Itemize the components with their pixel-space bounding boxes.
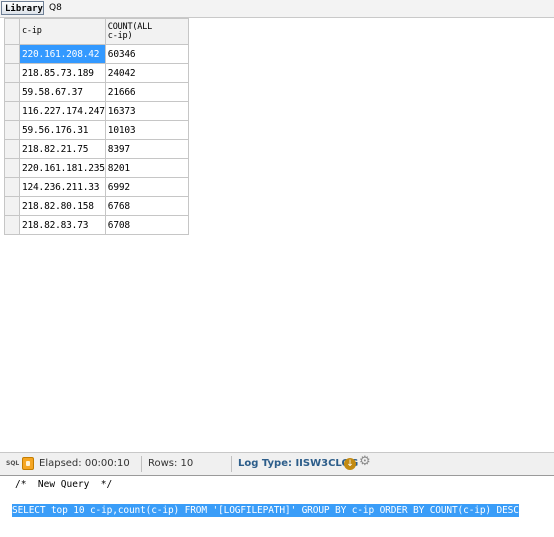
- row-count: Rows: 10: [148, 458, 194, 469]
- row-header[interactable]: [4, 196, 20, 216]
- table-row[interactable]: 59.58.67.37 21666: [4, 82, 189, 102]
- tab-strip: Library Q8: [0, 0, 554, 18]
- cell-count[interactable]: 24042: [104, 63, 189, 83]
- row-header[interactable]: [4, 82, 20, 102]
- cell-c-ip[interactable]: 59.56.176.31: [19, 120, 106, 140]
- tab-library[interactable]: Library: [1, 1, 44, 15]
- table-row[interactable]: 220.161.208.42 60346: [4, 44, 189, 64]
- elapsed-time: Elapsed: 00:00:10: [39, 458, 130, 469]
- column-header-count[interactable]: COUNT(ALL c-ip): [104, 18, 189, 45]
- log-type: Log Type: IISW3CLOG: [238, 458, 359, 469]
- table-row[interactable]: 220.161.181.235 8201: [4, 158, 189, 178]
- table-row[interactable]: 218.82.83.73 6708: [4, 215, 189, 235]
- row-header[interactable]: [4, 215, 20, 235]
- column-header-c-ip[interactable]: c-ip: [19, 18, 106, 45]
- cell-c-ip[interactable]: 59.58.67.37: [19, 82, 106, 102]
- table-row[interactable]: 116.227.174.247 16373: [4, 101, 189, 121]
- cell-c-ip[interactable]: 220.161.181.235: [19, 158, 106, 178]
- query-text[interactable]: SELECT top 10 c-ip,count(c-ip) FROM '[LO…: [12, 504, 519, 517]
- lock-icon[interactable]: [22, 457, 34, 470]
- grid-header-row: c-ip COUNT(ALL c-ip): [4, 18, 189, 45]
- table-row[interactable]: 218.82.80.158 6768: [4, 196, 189, 216]
- table-row[interactable]: 218.82.21.75 8397: [4, 139, 189, 159]
- cell-c-ip[interactable]: 218.82.83.73: [19, 215, 106, 235]
- row-header[interactable]: [4, 139, 20, 159]
- table-row[interactable]: 59.56.176.31 10103: [4, 120, 189, 140]
- row-header[interactable]: [4, 63, 20, 83]
- cell-count[interactable]: 6992: [104, 177, 189, 197]
- cell-count[interactable]: 6768: [104, 196, 189, 216]
- status-divider: [231, 456, 232, 472]
- row-header[interactable]: [4, 101, 20, 121]
- gear-icon[interactable]: ⚙: [359, 455, 371, 469]
- cell-count[interactable]: 16373: [104, 101, 189, 121]
- row-header[interactable]: [4, 177, 20, 197]
- cell-c-ip[interactable]: 116.227.174.247: [19, 101, 106, 121]
- cell-count[interactable]: 6708: [104, 215, 189, 235]
- cell-count[interactable]: 21666: [104, 82, 189, 102]
- query-editor[interactable]: /* New Query */ SELECT top 10 c-ip,count…: [0, 475, 554, 537]
- row-header[interactable]: [4, 44, 20, 64]
- row-header[interactable]: [4, 120, 20, 140]
- download-icon[interactable]: ↓: [344, 458, 356, 470]
- cell-count[interactable]: 8201: [104, 158, 189, 178]
- status-divider: [141, 456, 142, 472]
- results-grid: c-ip COUNT(ALL c-ip) 220.161.208.42 60346…: [4, 18, 189, 235]
- cell-count[interactable]: 10103: [104, 120, 189, 140]
- cell-count[interactable]: 60346: [104, 44, 189, 64]
- cell-c-ip[interactable]: 124.236.211.33: [19, 177, 106, 197]
- status-bar: SQL Elapsed: 00:00:10 Rows: 10 Log Type:…: [0, 452, 554, 476]
- cell-count[interactable]: 8397: [104, 139, 189, 159]
- row-header-corner[interactable]: [4, 18, 20, 45]
- cell-c-ip[interactable]: 220.161.208.42: [19, 44, 106, 64]
- row-header[interactable]: [4, 158, 20, 178]
- tab-q8[interactable]: Q8: [46, 1, 66, 15]
- cell-c-ip[interactable]: 218.85.73.189: [19, 63, 106, 83]
- sql-icon: SQL: [6, 460, 20, 467]
- table-row[interactable]: 124.236.211.33 6992: [4, 177, 189, 197]
- table-row[interactable]: 218.85.73.189 24042: [4, 63, 189, 83]
- cell-c-ip[interactable]: 218.82.80.158: [19, 196, 106, 216]
- cell-c-ip[interactable]: 218.82.21.75: [19, 139, 106, 159]
- query-comment: /* New Query */: [15, 479, 113, 490]
